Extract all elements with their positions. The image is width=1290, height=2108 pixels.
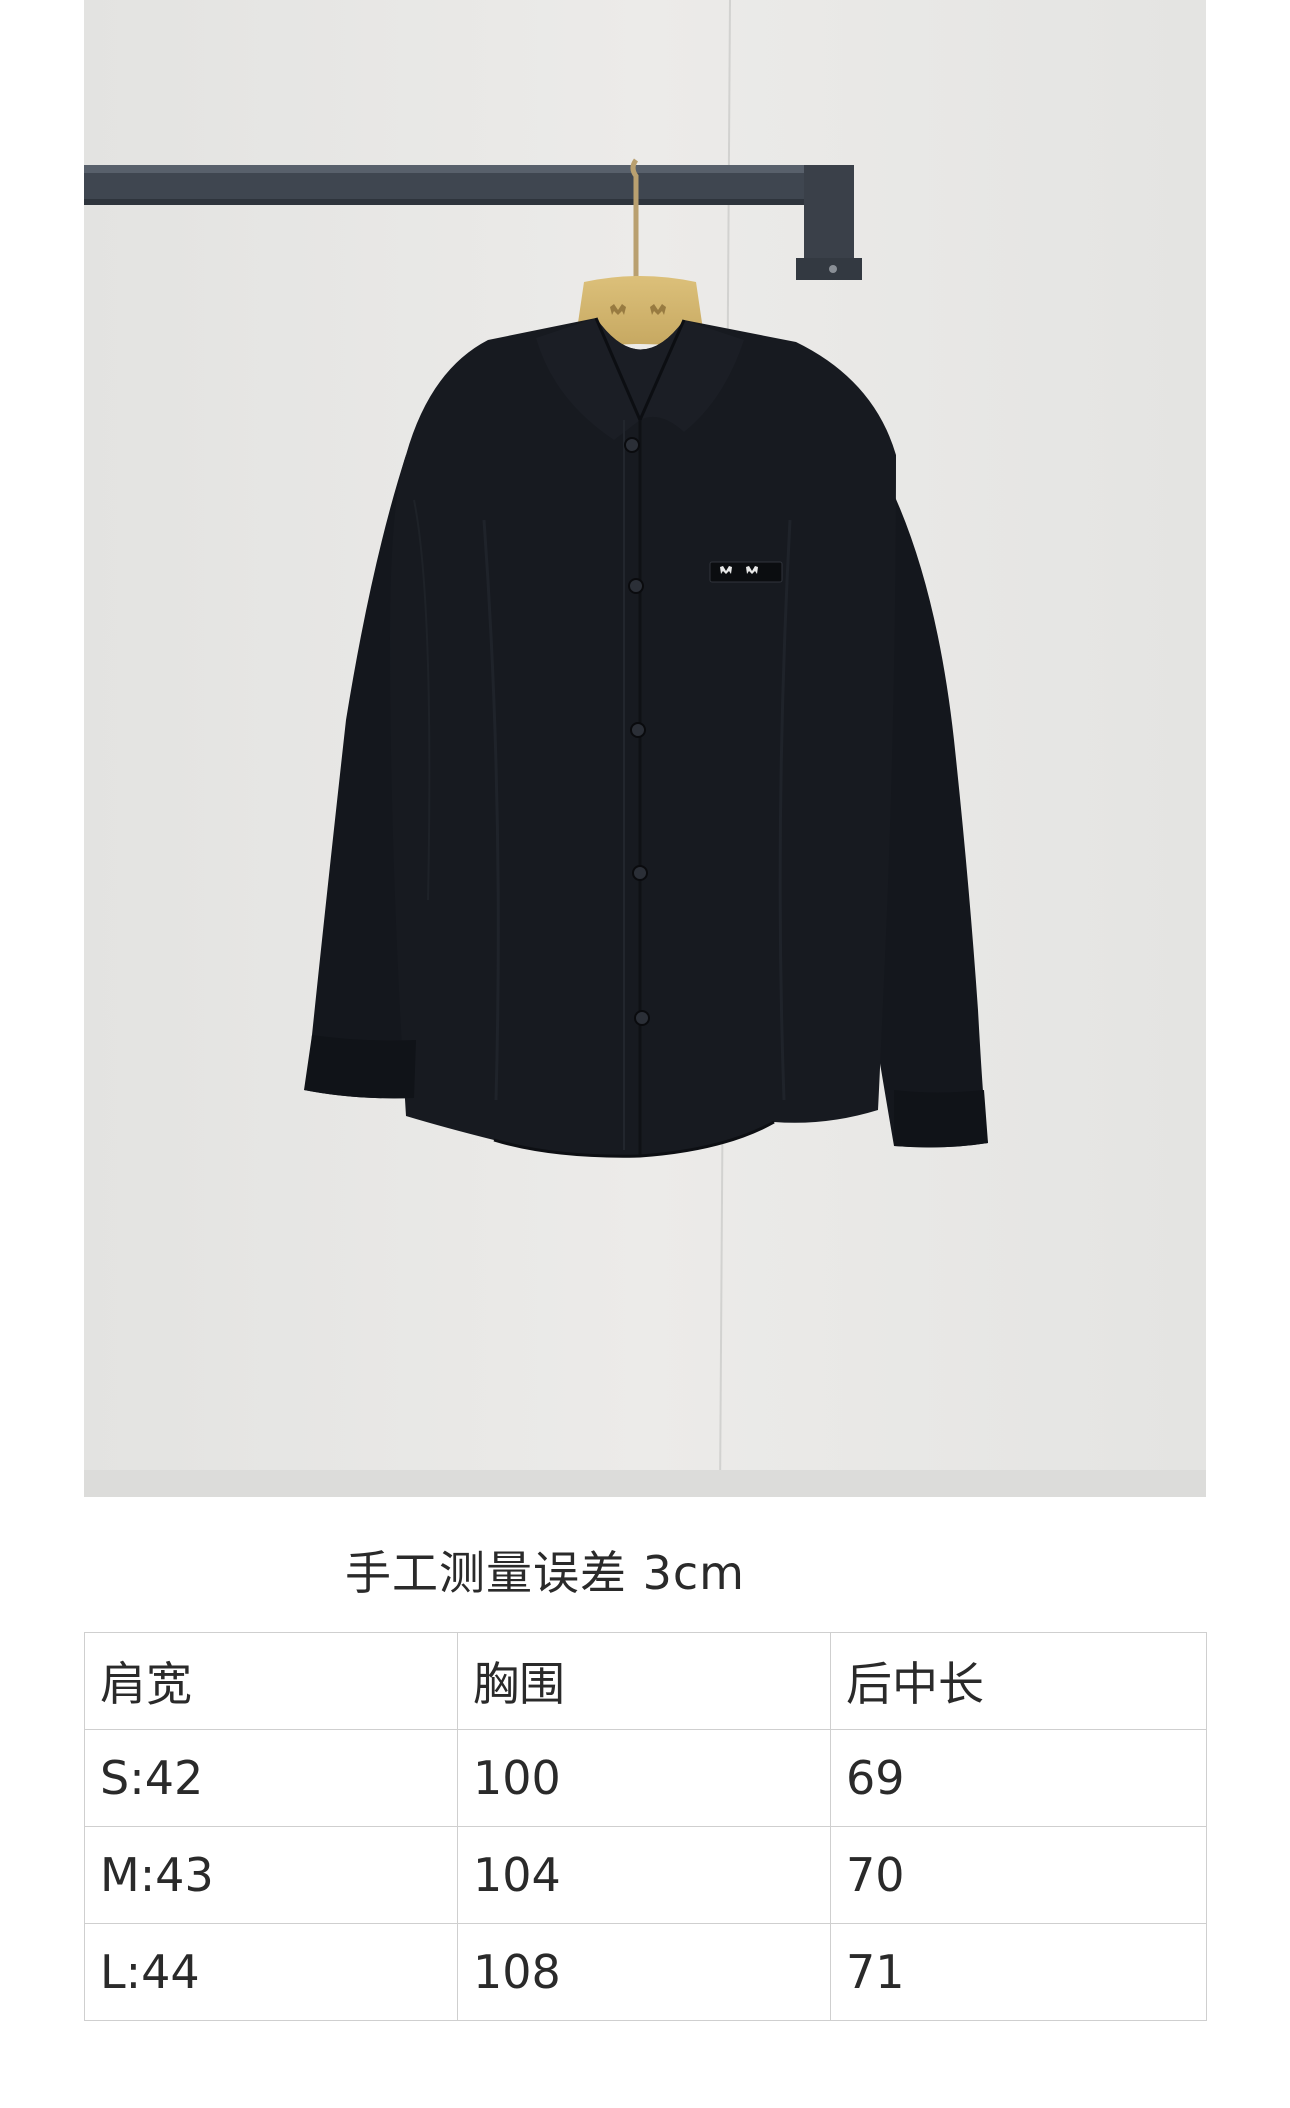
chest-logo-label bbox=[709, 561, 783, 583]
cell-chest: 108 bbox=[457, 1923, 831, 2021]
cell-chest: 100 bbox=[457, 1729, 831, 1827]
cell-shoulder-width: M:43 bbox=[84, 1826, 458, 1924]
measurement-note: 手工测量误差 3cm bbox=[345, 1546, 745, 1600]
cell-back-length: 69 bbox=[830, 1729, 1207, 1827]
header-shoulder-width: 肩宽 bbox=[84, 1632, 458, 1730]
header-chest: 胸围 bbox=[457, 1632, 831, 1730]
size-table-header-row: 肩宽 胸围 后中长 bbox=[84, 1632, 1207, 1730]
cell-chest: 104 bbox=[457, 1826, 831, 1924]
size-table: 肩宽 胸围 后中长 S:42 100 69 M:43 104 70 L:44 1… bbox=[84, 1632, 1207, 2021]
table-row: L:44 108 71 bbox=[84, 1923, 1207, 2021]
product-photo bbox=[84, 0, 1206, 1497]
cell-back-length: 70 bbox=[830, 1826, 1207, 1924]
shirt-button bbox=[630, 722, 646, 738]
shirt-button bbox=[632, 865, 648, 881]
cell-shoulder-width: L:44 bbox=[84, 1923, 458, 2021]
cell-back-length: 71 bbox=[830, 1923, 1207, 2021]
floor-strip bbox=[84, 1470, 1206, 1497]
shirt-button bbox=[628, 578, 644, 594]
cell-shoulder-width: S:42 bbox=[84, 1729, 458, 1827]
header-back-length: 后中长 bbox=[830, 1632, 1207, 1730]
table-row: M:43 104 70 bbox=[84, 1826, 1207, 1924]
table-row: S:42 100 69 bbox=[84, 1729, 1207, 1827]
shirt-button bbox=[624, 437, 640, 453]
shirt-button bbox=[634, 1010, 650, 1026]
